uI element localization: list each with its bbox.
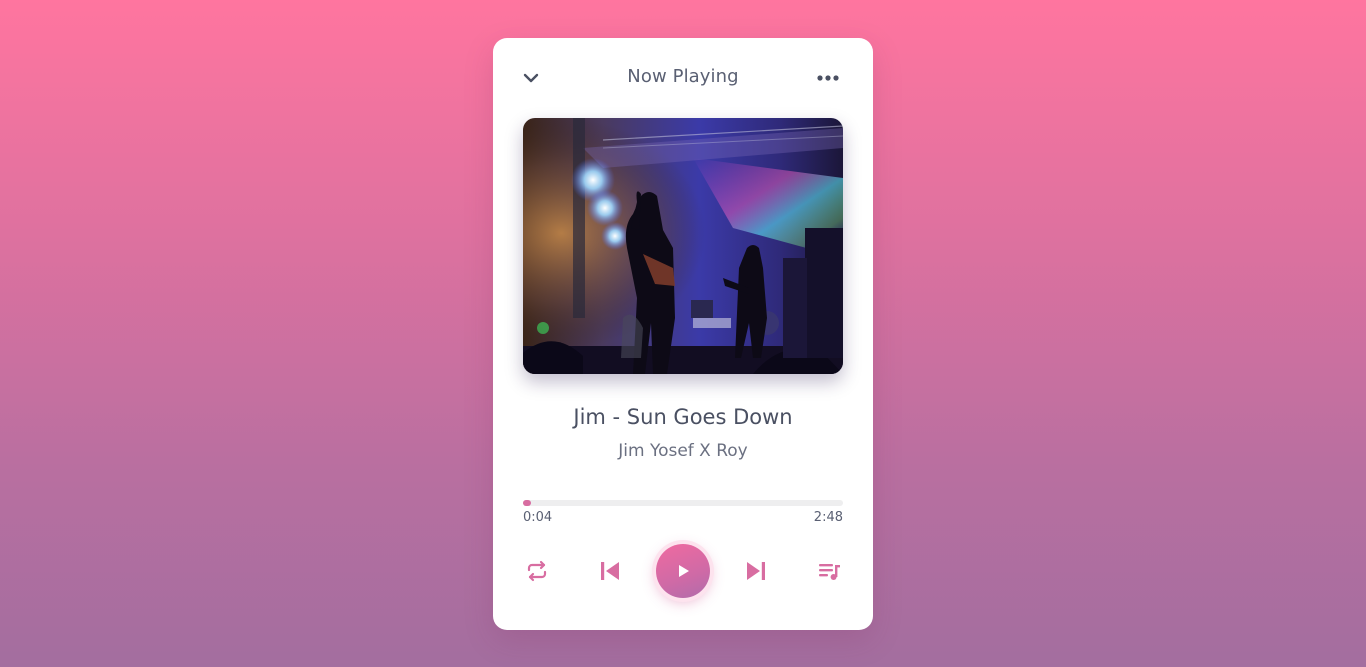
skip-next-icon[interactable] <box>739 554 773 588</box>
current-time: 0:04 <box>523 510 553 525</box>
player-card: Now Playing Jim - Sun Goes Down Jim Yose… <box>493 38 873 630</box>
play-button[interactable] <box>656 544 710 598</box>
progress-fill <box>523 500 531 506</box>
playback-controls <box>493 544 873 604</box>
repeat-icon[interactable] <box>520 554 554 588</box>
track-title: Jim - Sun Goes Down <box>573 405 793 429</box>
total-time: 2:48 <box>813 510 843 525</box>
track-artist: Jim Yosef X Roy <box>618 441 748 461</box>
play-icon <box>679 565 689 577</box>
playlist-icon[interactable] <box>812 554 846 588</box>
skip-previous-icon[interactable] <box>593 554 627 588</box>
more-horizontal-icon[interactable] <box>813 64 843 92</box>
player-header: Now Playing <box>493 60 873 96</box>
progress-bar[interactable] <box>523 500 843 506</box>
album-cover <box>523 118 843 374</box>
